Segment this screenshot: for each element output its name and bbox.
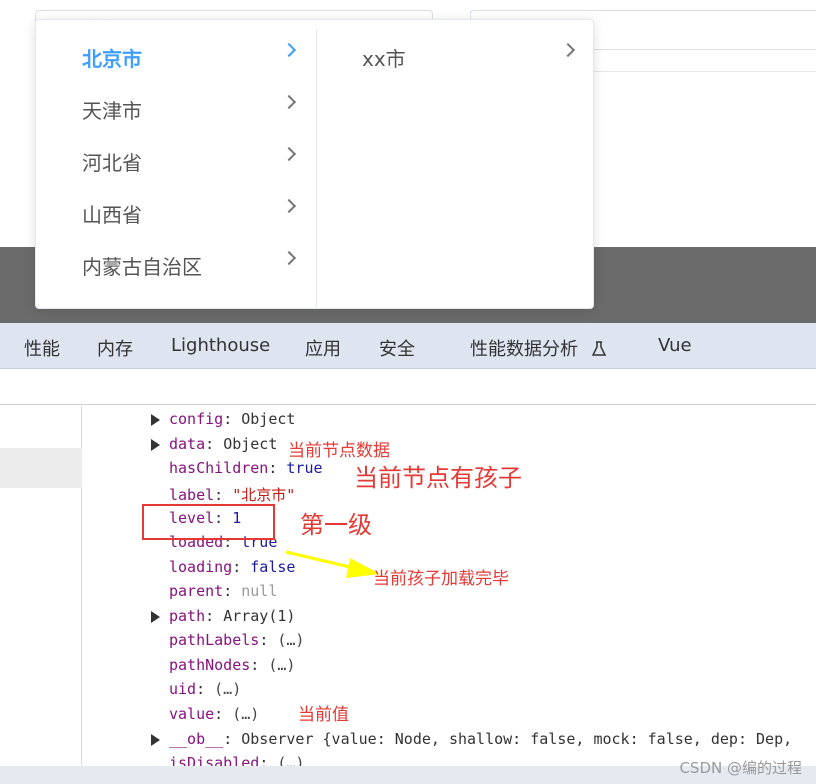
cascader-option-tianjin[interactable]: 天津市 [36,82,316,134]
prop-entry: hasChildren: true [169,459,323,477]
annotation-loaded-note: 当前孩子加载完毕 [373,569,509,589]
tab-label: 性能数据分析 [470,339,578,360]
prop-value[interactable]: (…) [277,631,304,649]
prop-key: pathNodes [169,656,251,674]
devtools-tabbar: 性能 内存 Lighthouse 应用 安全 性能数据分析 Vue [0,323,816,369]
chevron-right-icon [281,94,297,110]
popper-arrow [90,20,108,29]
prop-key: pathLabels [169,631,260,649]
cascader-option-hebei[interactable]: 河北省 [36,134,316,186]
flask-icon [591,341,606,356]
prop-key: config [169,410,224,428]
chevron-right-icon [281,42,297,58]
prop-key: value [169,705,215,723]
prop-key: uid [169,680,197,698]
expand-triangle-icon[interactable] [151,611,160,623]
prop-value: true [286,459,323,477]
cascader-dropdown: 北京市 天津市 河北省 山西省 内蒙古自治区 xx市 [35,19,594,309]
prop-value: Observer {value: Node, shallow: false, m… [241,730,793,748]
prop-entry: uid: (…) [169,680,242,698]
prop-value[interactable]: (…) [268,656,295,674]
prop-entry: __ob__: Observer {value: Node, shallow: … [169,730,793,748]
tab-lighthouse[interactable]: Lighthouse [171,335,270,356]
prop-key: isDisabled [169,754,260,766]
selected-tree-row[interactable] [0,448,82,488]
cascader-option-shanxi[interactable]: 山西省 [36,186,316,238]
filter-bar[interactable] [0,369,816,405]
prop-value[interactable]: (…) [214,680,241,698]
prop-value: "北京市" [232,486,296,504]
prop-value: Array(1) [223,607,296,625]
chevron-right-icon [281,250,297,266]
option-label: 北京市 [82,47,142,71]
prop-value: Object [223,435,278,453]
prop-entry: pathNodes: (…) [169,656,296,674]
watermark: CSDN @编的过程 [679,759,802,777]
tab-memory[interactable]: 内存 [97,335,133,361]
prop-value[interactable]: (…) [277,754,304,766]
chevron-right-icon [560,42,576,58]
prop-key: parent [169,582,224,600]
cascader-menu-level2: xx市 [317,30,593,308]
chevron-right-icon [281,146,297,162]
prop-key: path [169,607,206,625]
option-label: 天津市 [82,99,142,123]
prop-entry: isDisabled: (…) [169,754,304,766]
cascader-option-neimenggu[interactable]: 内蒙古自治区 [36,238,316,290]
prop-entry: path: Array(1) [169,607,296,625]
annotation-haschildren-note: 当前节点有孩子 [354,464,522,492]
tab-application[interactable]: 应用 [305,335,341,361]
level-highlight-box [142,504,275,540]
component-tree-panel [0,406,82,766]
cascader-menu-level1: 北京市 天津市 河北省 山西省 内蒙古自治区 [36,30,317,308]
option-label: xx市 [362,47,406,71]
prop-value: Object [241,410,296,428]
prop-entry: loading: false [169,558,296,576]
tab-performance[interactable]: 性能 [24,335,60,361]
tab-vue[interactable]: Vue [658,335,692,356]
cascader-option-xx-city[interactable]: xx市 [317,30,593,82]
prop-key: data [169,435,206,453]
expand-triangle-icon[interactable] [151,439,160,451]
prop-entry: parent: null [169,582,278,600]
prop-entry: data: Object [169,435,278,453]
annotation-level-note: 第一级 [300,511,372,539]
prop-key: __ob__ [169,730,224,748]
prop-entry: config: Object [169,410,296,428]
prop-value: null [241,582,278,600]
cascader-option-beijing[interactable]: 北京市 [36,30,316,82]
tab-performance-insights[interactable]: 性能数据分析 [470,335,606,361]
option-label: 河北省 [82,151,142,175]
annotation-value-note: 当前值 [298,705,349,725]
prop-value[interactable]: (…) [232,705,259,723]
prop-entry: pathLabels: (…) [169,631,305,649]
option-label: 内蒙古自治区 [82,255,202,279]
prop-key: loading [169,558,233,576]
prop-entry: label: "北京市" [169,486,296,504]
option-label: 山西省 [82,203,142,227]
prop-key: hasChildren [169,459,269,477]
expand-triangle-icon[interactable] [151,734,160,746]
expand-triangle-icon[interactable] [151,414,160,426]
prop-entry: value: (…) [169,705,260,723]
prop-key: label [169,486,215,504]
chevron-right-icon [281,198,297,214]
tab-security[interactable]: 安全 [379,335,415,361]
